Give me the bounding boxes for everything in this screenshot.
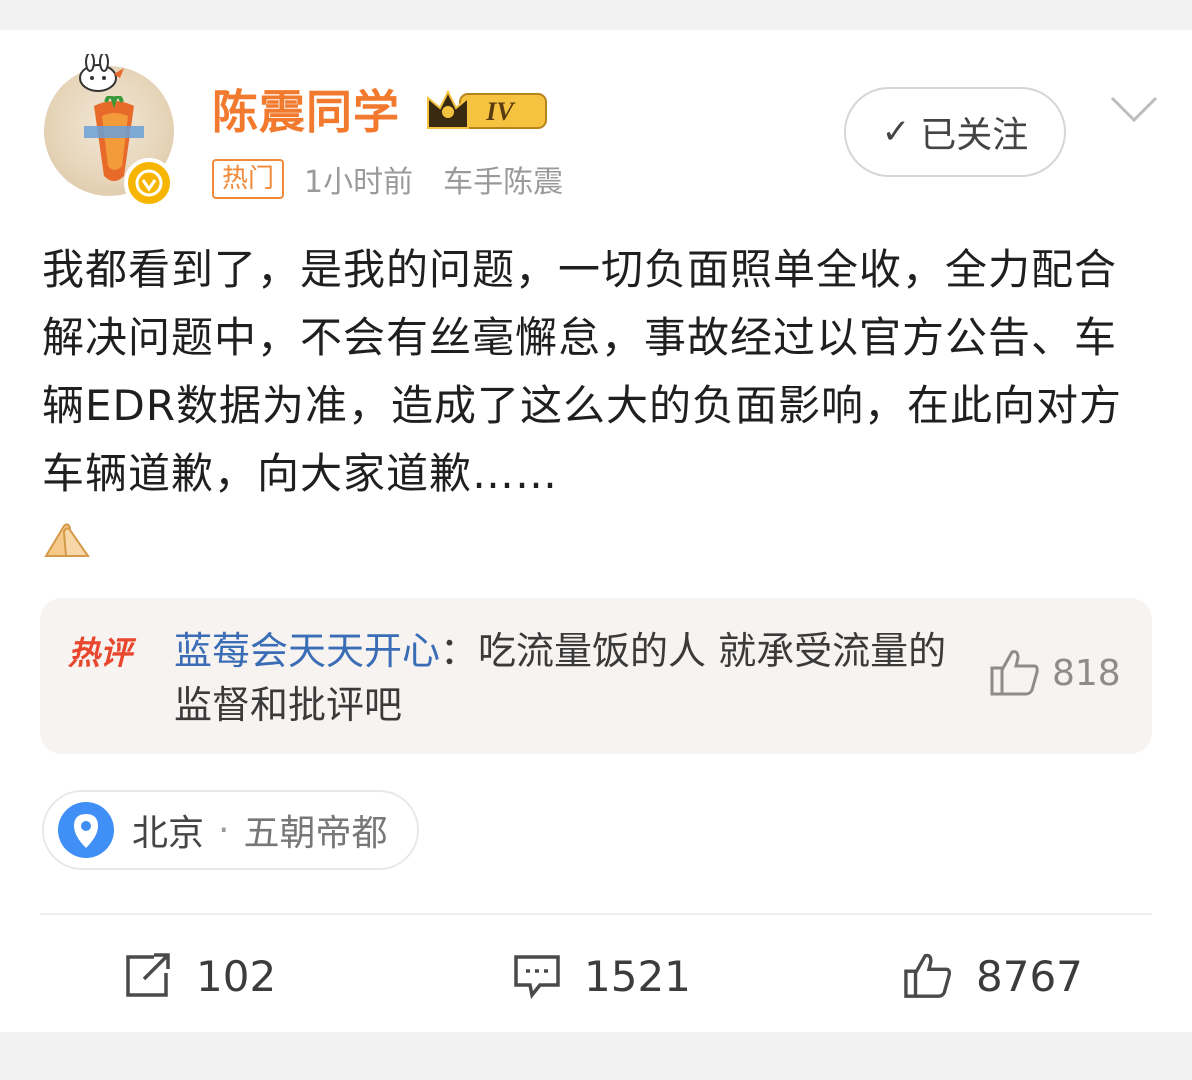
username[interactable]: 陈震同学 xyxy=(212,84,400,140)
hot-comment-like[interactable]: 818 xyxy=(988,648,1121,698)
comment-count: 1521 xyxy=(584,951,691,1001)
like-count: 8767 xyxy=(976,951,1083,1001)
hot-comment[interactable]: 热评 蓝莓会天天开心：吃流量饭的人 就承受流量的监督和批评吧 818 xyxy=(40,598,1152,754)
hot-comment-body: 蓝莓会天天开心：吃流量饭的人 就承受流量的监督和批评吧 xyxy=(174,624,954,732)
hot-comment-separator: ： xyxy=(440,629,479,673)
checkmark-icon: ✓ xyxy=(881,112,911,152)
hot-comment-like-count: 818 xyxy=(1052,652,1121,694)
vip-level: IV xyxy=(485,97,516,126)
follow-button[interactable]: ✓ 已关注 xyxy=(844,87,1066,177)
like-button[interactable]: 8767 xyxy=(902,946,1083,1006)
bunny-icon xyxy=(79,54,124,92)
hot-comment-tag: 热评 xyxy=(68,634,133,672)
location-pin-icon xyxy=(58,802,114,858)
thumbs-up-icon xyxy=(990,650,1039,696)
location-city: 北京 xyxy=(132,813,205,854)
post-source: 车手陈震 xyxy=(443,165,564,200)
vip-badge-icon: IV xyxy=(427,89,547,129)
divider xyxy=(40,913,1152,915)
comment-button[interactable]: 1521 xyxy=(512,946,691,1006)
verified-icon xyxy=(124,158,174,208)
location-place: 五朝帝都 xyxy=(243,813,388,854)
post-meta: 热门 1小时前 车手陈震 xyxy=(212,158,593,200)
location-chip[interactable]: 北京 · 五朝帝都 xyxy=(42,790,420,870)
location-separator: · xyxy=(218,809,230,851)
hot-comment-user[interactable]: 蓝莓会天天开心 xyxy=(174,629,440,673)
post-text: 我都看到了，是我的问题，一切负面照单全收，全力配合解决问题中，不会有丝毫懈怠，事… xyxy=(42,245,1123,498)
thumbs-up-icon xyxy=(904,953,951,998)
share-icon xyxy=(126,953,170,997)
weibo-post-card xyxy=(0,30,1192,1032)
chevron-down-icon[interactable] xyxy=(1108,90,1160,130)
follow-label: 已关注 xyxy=(920,115,1029,156)
comment-icon xyxy=(514,955,560,999)
hot-tag: 热门 xyxy=(212,159,285,199)
repost-count: 102 xyxy=(196,951,277,1001)
post-time: 1小时前 xyxy=(304,165,414,200)
repost-button[interactable]: 102 xyxy=(124,946,276,1006)
praying-hands-icon xyxy=(44,523,90,557)
